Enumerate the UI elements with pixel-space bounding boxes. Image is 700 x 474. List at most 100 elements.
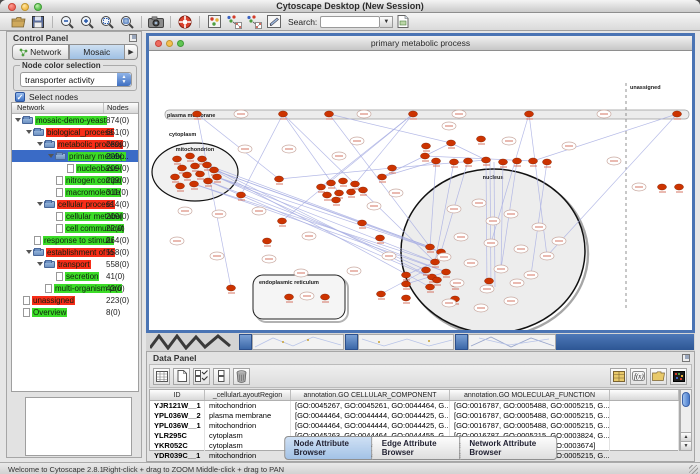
network-edge[interactable] [355,114,413,184]
tree-row[interactable]: nucleobase-209(0) [12,162,138,174]
unselect-attributes-icon[interactable] [213,368,230,385]
table-cell[interactable] [610,451,679,461]
tree-row[interactable]: macromolecule311(0) [12,186,138,198]
tab-edge-attribute-browser[interactable]: Edge Attribute Browser [373,436,461,460]
zoom-fit-icon[interactable] [118,14,136,30]
background-window-titlebar[interactable] [345,334,358,350]
save-icon[interactable] [29,14,47,30]
network-node[interactable] [171,174,180,180]
network-node[interactable] [325,111,334,117]
network-node[interactable] [477,136,486,142]
scroll-down-button[interactable]: ▼ [681,441,691,450]
table-cell[interactable] [610,411,679,421]
birds-eye-view[interactable] [25,397,132,456]
search-input[interactable] [320,16,380,28]
table-cell[interactable]: [GO:0044464, GO:0044444, GO:0044425, G..… [291,421,450,431]
table-cell[interactable] [610,431,679,441]
tree-column-network[interactable]: Network [12,103,104,113]
network-edge[interactable] [207,165,437,280]
table-cell[interactable] [610,421,679,431]
snapshot-icon[interactable] [147,14,165,30]
network-node[interactable] [347,189,356,195]
background-window-thumb[interactable] [252,334,344,350]
network-node[interactable] [327,180,336,186]
table-cell[interactable]: YPL036W__2 [150,411,205,421]
tab-mosaic[interactable]: Mosaic [69,44,126,60]
annotation-icon[interactable] [265,14,283,30]
table-cell[interactable]: YKR052C [150,441,205,451]
network-node[interactable] [421,153,430,159]
network-node[interactable] [422,143,431,149]
network-node[interactable] [317,184,326,190]
scroll-up-button[interactable]: ▲ [681,432,691,441]
network-node[interactable] [499,159,508,165]
tree-row[interactable]: cell communicat22(0) [12,222,138,234]
function-builder-icon[interactable]: f(x) [630,368,647,385]
select-attributes-icon[interactable] [193,368,210,385]
tree-row[interactable]: cellular process614(0) [12,198,138,210]
attribute-table-icon[interactable] [153,368,170,385]
tree-row[interactable]: establishment of lo558(0) [12,246,138,258]
expand-triangle-icon[interactable] [37,142,43,146]
network-node[interactable] [464,158,473,164]
zoom-selected-icon[interactable] [98,14,116,30]
network-node[interactable] [323,192,332,198]
advanced-search-icon[interactable] [394,14,412,30]
network-node[interactable] [658,184,667,190]
table-column-header[interactable]: annotation.GO CELLULAR_COMPONENT [291,390,450,400]
network-node[interactable] [351,181,360,187]
table-cell[interactable] [610,401,679,411]
network-node[interactable] [525,111,534,117]
network-node[interactable] [426,244,435,250]
network-edge[interactable] [217,177,435,262]
network-node[interactable] [378,174,387,180]
vizmapper-icon[interactable] [205,14,223,30]
network-node[interactable] [321,294,330,300]
table-cell[interactable]: [GO:0016787, GO:0005488, GO:0005215, G..… [450,411,610,421]
tree-column-nodes[interactable]: Nodes [104,103,138,113]
table-cell[interactable]: YPL036W__1 [150,421,205,431]
network-node[interactable] [193,111,202,117]
network-node[interactable] [402,295,411,301]
network-node[interactable] [422,267,431,273]
table-cell[interactable]: cytoplasm [205,441,291,451]
network-node[interactable] [203,162,212,168]
network-node[interactable] [426,284,435,290]
network-node[interactable] [433,277,442,283]
network-node[interactable] [173,156,182,162]
network-node[interactable] [673,111,682,117]
network-node[interactable] [335,190,344,196]
expand-triangle-icon[interactable] [37,202,43,206]
network-node[interactable] [358,220,367,226]
table-cell[interactable]: YDR039C__1 [150,451,205,461]
network-node[interactable] [675,184,684,190]
tree-row[interactable]: mosaic-demo-yeast874(0) [12,114,138,126]
more-tabs-button[interactable]: ▶ [125,44,138,60]
table-column-header[interactable]: annotation.GO MOLECULAR_FUNCTION [450,390,610,400]
table-row[interactable]: YPL036W__2plasma membrane[GO:0044464, GO… [150,411,679,421]
network-node[interactable] [190,181,199,187]
tree-row[interactable]: metabolic process280(0) [12,138,138,150]
tree-row[interactable]: multi-organism pro42(0) [12,282,138,294]
background-window-thumb[interactable] [358,334,454,350]
zoom-in-icon[interactable] [78,14,96,30]
tree-row[interactable]: biological_process651(0) [12,126,138,138]
network-node[interactable] [213,174,222,180]
network-node[interactable] [176,183,185,189]
network-node[interactable] [402,281,411,287]
table-cell[interactable]: mitochondrion [205,421,291,431]
network-node[interactable] [447,140,456,146]
select-nodes-checkbox[interactable]: ✓ [15,92,25,102]
expand-triangle-icon[interactable] [26,130,32,134]
network-edge[interactable] [241,114,283,195]
network-node[interactable] [529,158,538,164]
network-node[interactable] [543,159,552,165]
table-cell[interactable]: [GO:0044464, GO:0044444, GO:0044425, G..… [291,411,450,421]
new-attribute-icon[interactable] [173,368,190,385]
table-cell[interactable]: mitochondrion [205,451,291,461]
help-icon[interactable] [176,14,194,30]
float-panel-icon[interactable] [129,34,137,42]
background-window-titlebar[interactable] [455,334,468,350]
table-cell[interactable]: YJR121W__1 [150,401,205,411]
network-node[interactable] [198,156,207,162]
